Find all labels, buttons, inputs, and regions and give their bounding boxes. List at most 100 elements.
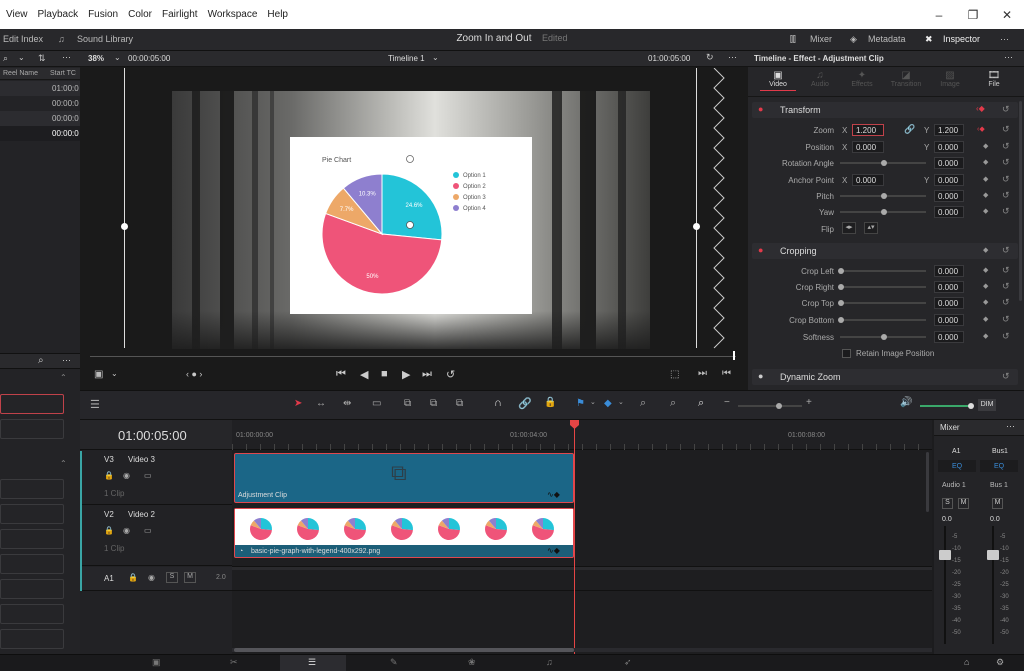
- crop-top-slider[interactable]: [840, 302, 926, 304]
- enable-toggle-icon[interactable]: ●: [758, 104, 763, 114]
- enable-toggle-icon[interactable]: ●: [758, 371, 763, 381]
- chevron-down-icon[interactable]: ⌄: [590, 398, 596, 406]
- jog-control[interactable]: ‹ ● ›: [186, 369, 202, 379]
- crop-bottom-slider[interactable]: [840, 319, 926, 321]
- mute-button[interactable]: M: [992, 498, 1003, 509]
- rotation-field[interactable]: 0.000: [934, 157, 964, 169]
- sound-library-icon[interactable]: ♫: [58, 34, 65, 44]
- pitch-slider-knob[interactable]: [881, 193, 887, 199]
- keyframe-icon[interactable]: ◆: [983, 315, 988, 323]
- effect-item[interactable]: [0, 604, 64, 624]
- inspector-icon[interactable]: ✖: [925, 34, 933, 45]
- yaw-slider-knob[interactable]: [881, 209, 887, 215]
- effect-item[interactable]: [0, 629, 64, 649]
- restore-icon[interactable]: ❐: [956, 8, 990, 22]
- zoom-full-icon[interactable]: ⌕: [640, 397, 646, 410]
- track-enable-icon[interactable]: ▭: [144, 471, 152, 480]
- linked-selection-icon[interactable]: 🔗: [518, 397, 532, 410]
- pitch-field[interactable]: 0.000: [934, 190, 964, 202]
- menu-view[interactable]: View: [6, 9, 28, 20]
- track-header-a1[interactable]: A1 🔒 ◉ S M 2.0: [80, 567, 232, 591]
- dim-button[interactable]: DIM: [978, 399, 996, 411]
- eq-display[interactable]: EQ: [938, 460, 976, 472]
- edit-index-button[interactable]: Edit Index: [3, 34, 43, 44]
- crop-bottom-knob[interactable]: [838, 317, 844, 323]
- list-item[interactable]: 00:00:0: [0, 126, 80, 141]
- reset-icon[interactable]: ↺: [1002, 331, 1010, 342]
- menu-fusion[interactable]: Fusion: [88, 9, 118, 20]
- reset-icon[interactable]: ↺: [1002, 104, 1010, 115]
- position-lock-icon[interactable]: 🔒: [544, 397, 556, 408]
- keyframe-icon[interactable]: ◆: [983, 246, 988, 254]
- position-x-field[interactable]: 0.000: [852, 141, 884, 153]
- crop-left-knob[interactable]: [838, 268, 844, 274]
- menu-playback[interactable]: Playback: [38, 9, 79, 20]
- crop-top-field[interactable]: 0.000: [934, 297, 964, 309]
- lock-icon[interactable]: 🔒: [128, 573, 138, 582]
- solo-button[interactable]: S: [942, 498, 953, 509]
- keyframe-icon[interactable]: ◆: [983, 175, 988, 183]
- auto-select-icon[interactable]: ◉: [123, 471, 130, 480]
- go-to-end-icon[interactable]: ⏭: [422, 368, 432, 381]
- prev-clip-icon[interactable]: ⏮: [722, 368, 731, 379]
- mixer-icon[interactable]: ⫿⫿: [790, 34, 796, 45]
- more-icon[interactable]: ⋯: [62, 355, 71, 366]
- flag-icon[interactable]: ⚑: [576, 398, 585, 409]
- inspector-button[interactable]: Inspector: [943, 34, 980, 44]
- home-icon[interactable]: ⌂: [964, 657, 969, 667]
- scrubber-playhead[interactable]: [733, 351, 735, 360]
- effect-item[interactable]: [0, 504, 64, 524]
- crop-bottom-field[interactable]: 0.000: [934, 314, 964, 326]
- zoom-out-icon[interactable]: −: [724, 397, 730, 408]
- metadata-icon[interactable]: ◈: [850, 34, 857, 45]
- mute-button[interactable]: M: [958, 498, 969, 509]
- collapse-icon[interactable]: ⌃: [60, 373, 67, 382]
- loop-icon[interactable]: ↻: [706, 52, 714, 63]
- timeline-vertical-scrollbar[interactable]: [926, 452, 929, 512]
- timeline-zoom-slider[interactable]: [738, 405, 802, 407]
- crop-left-field[interactable]: 0.000: [934, 265, 964, 277]
- tab-audio[interactable]: ♫ Audio: [798, 70, 842, 88]
- zoom-y-field[interactable]: 1.200: [934, 124, 964, 136]
- chevron-down-icon[interactable]: ⌄: [18, 53, 25, 62]
- anchor-x-field[interactable]: 0.000: [852, 174, 884, 186]
- collapse-icon[interactable]: ⌃: [60, 459, 67, 468]
- search-icon[interactable]: ⌕: [38, 355, 44, 366]
- flip-horizontal-icon[interactable]: ◂▸: [842, 222, 856, 234]
- track-name[interactable]: Video 3: [128, 455, 155, 464]
- mixer-button[interactable]: Mixer: [810, 34, 832, 44]
- image-clip[interactable]: ◔ basic-pie-graph-with-legend-400x292.pn…: [234, 508, 574, 558]
- menu-help[interactable]: Help: [267, 9, 288, 20]
- keyframe-icon[interactable]: ‹◆: [977, 125, 985, 133]
- chevron-down-icon[interactable]: ⌄: [618, 398, 624, 406]
- effect-item[interactable]: [0, 554, 64, 574]
- replace-clip-icon[interactable]: ⧉: [456, 398, 463, 409]
- crop-top-knob[interactable]: [838, 300, 844, 306]
- yaw-field[interactable]: 0.000: [934, 206, 964, 218]
- go-to-start-icon[interactable]: ⏮: [336, 368, 346, 381]
- track-header-v3[interactable]: V3 Video 3 🔒 ◉ ▭ 1 Clip: [80, 451, 232, 505]
- minimize-icon[interactable]: –: [922, 8, 956, 22]
- fader-knob-bus1[interactable]: [987, 550, 999, 560]
- keyframe-icon[interactable]: ◆: [983, 332, 988, 340]
- reset-icon[interactable]: ↺: [1002, 157, 1010, 168]
- more-icon[interactable]: ⋯: [728, 52, 737, 63]
- effect-item[interactable]: [0, 479, 64, 499]
- fusion-page-icon[interactable]: ✎: [390, 657, 398, 668]
- adjustment-clip[interactable]: ⧉ Adjustment Clip ∿◆: [234, 453, 574, 503]
- search-icon[interactable]: ⌕: [3, 53, 8, 64]
- cropping-section-header[interactable]: ● Cropping ◆ ↺: [752, 243, 1018, 259]
- fader-knob-audio1[interactable]: [939, 550, 951, 560]
- zoom-custom-icon[interactable]: ⌕: [698, 397, 704, 410]
- match-frame-icon[interactable]: ⬚: [670, 369, 679, 380]
- crop-right-slider[interactable]: [840, 286, 926, 288]
- sort-icon[interactable]: ⇅: [38, 53, 46, 64]
- color-page-icon[interactable]: ❀: [468, 657, 476, 668]
- timeline-name[interactable]: Timeline 1: [388, 54, 425, 63]
- crop-left-slider[interactable]: [840, 270, 926, 272]
- more-icon[interactable]: ⋯: [1000, 34, 1009, 45]
- effect-item[interactable]: [0, 529, 64, 549]
- reset-icon[interactable]: ↺: [1002, 206, 1010, 217]
- trim-tool-icon[interactable]: ↔: [316, 398, 326, 409]
- effect-item[interactable]: [0, 419, 64, 439]
